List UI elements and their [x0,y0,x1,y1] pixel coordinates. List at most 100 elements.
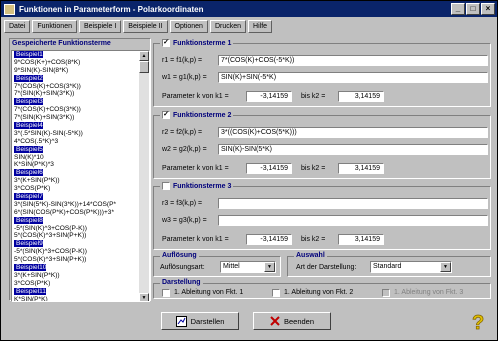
menu-beispiele-2[interactable]: Beispiele II [123,20,168,33]
list-item[interactable]: Beispiel6 [12,169,142,177]
k1-input[interactable]: -3,14159 [246,234,292,245]
list-item-heading: Beispiel1 [14,51,43,58]
f2-checkbox[interactable]: ✓ [162,111,170,119]
k2-input[interactable]: 3,14159 [338,163,384,174]
list-item[interactable]: 3*(K+SIN(P*K)) [12,177,142,185]
list-item[interactable]: Beispiel9 [12,240,142,248]
auswahl-title: Auswahl [296,252,325,259]
list-item[interactable]: 7*(SIN(K)+SIN(3*K)) [12,114,142,122]
darstellen-button[interactable]: Darstellen [161,312,239,330]
list-item[interactable]: 7*(SIN(K)+SIN(3*K)) [12,90,142,98]
list-item-term: 7*(COS(K)+COS(3*K)) [14,106,81,114]
scroll-down-icon[interactable]: ▼ [139,293,149,301]
list-item[interactable]: Beispiel7 [12,193,142,201]
list-item[interactable]: 3*COS(P*K) [12,280,142,288]
maximize-button[interactable]: □ [466,3,480,15]
w3-label: w3 = g3(k,p) = [162,217,207,224]
w1-input[interactable]: SIN(K)+SIN(-5*K) [218,72,488,83]
list-item[interactable]: -5*(SIN(K)^3+COS(P-K)) [12,248,142,256]
list-item-term: 3*(K+SIN(P*K)) [14,271,60,279]
k1-input[interactable]: -3,14159 [246,163,292,174]
list-item[interactable]: Beispiel8 [12,216,142,225]
menu-beispiele-1[interactable]: Beispiele I [78,20,122,33]
menu-datei[interactable]: Datei [4,20,31,33]
menu-drucken[interactable]: Drucken [209,20,247,33]
aufloesung-value: Mittel [223,263,240,270]
w2-input[interactable]: SIN(K)-SIN(5*K) [218,144,488,155]
list-item[interactable]: K*SIN(P*K)*3 [12,161,142,169]
list-item[interactable]: 6*(SIN(COS(P*K)+COS(P*K)))+3* [12,209,142,217]
list-item-heading: Beispiel7 [14,193,43,201]
group-funktionsterme-1: ✓ Funktionsterme 1 r1 = f1(k,p) = 7*(COS(… [153,39,491,107]
f1-checkbox[interactable]: ✓ [162,39,170,47]
scroll-up-icon[interactable]: ▲ [139,51,149,61]
menu-bar: Datei Funktionen Beispiele I Beispiele I… [4,20,273,33]
list-item[interactable]: 5*(COS(K)^3+SIN(P+K)) [12,232,142,240]
close-button[interactable]: × [481,3,495,15]
k2-input[interactable]: 3,14159 [338,91,384,102]
list-item[interactable]: 9*COS(K+)+COS(8*K) [12,59,142,67]
list-item-heading: Beispiel11 [14,287,46,295]
list-item[interactable]: -5*(SIN(K)^3+COS(P-K)) [12,225,142,233]
aufloesung-select[interactable]: Mittel ▼ [220,261,276,273]
chevron-down-icon[interactable]: ▼ [264,262,275,272]
list-item-term: K*SIN(P*K)*3 [14,161,54,169]
saved-terms-list[interactable]: Beispiel1 9*COS(K+)+COS(8*K) 9*SIN(K)-SIN(… [11,50,150,302]
list-item[interactable]: 7*(COS(K)+COS(3*K)) [12,106,142,114]
r2-input[interactable]: 3*((COS(K)+COS(5*K))) [218,127,488,138]
list-item-term: 4*COS(.5*K)^3 [14,137,59,145]
title-bar: Funktionen in Parameterform - Polarkoord… [1,1,497,17]
r1-input[interactable]: 7*(COS(K)+COS(-5*K)) [218,55,488,66]
scroll-thumb[interactable] [139,61,149,73]
menu-optionen[interactable]: Optionen [169,20,208,33]
list-item[interactable]: 3*(SIN(5*K)-SIN(3*K))+14*COS(P* [12,201,142,209]
list-item[interactable]: 3*(K+SIN(P*K)) [12,272,142,280]
w3-input[interactable] [218,215,488,226]
list-item[interactable]: 7*(COS(K)+COS(3*K)) [12,83,142,91]
list-item-heading: Beispiel4 [14,122,43,130]
list-scrollbar[interactable]: ▲ ▼ [139,51,149,301]
window-title: Funktionen in Parameterform - Polarkoord… [19,4,204,14]
r1-label: r1 = f1(k,p) = [162,57,203,64]
beenden-button[interactable]: Beenden [253,312,331,330]
list-item[interactable]: 9*SIN(K)-SIN(8*K) [12,67,142,75]
functions-panel: ✓ Funktionsterme 1 r1 = f1(k,p) = 7*(COS(… [153,38,493,301]
list-item[interactable]: Beispiel1 [12,51,142,59]
minimize-button[interactable]: _ [451,3,465,15]
ableitung-2-label: 1. Ableitung von Fkt. 2 [284,289,354,296]
k2-input[interactable]: 3,14159 [338,234,384,245]
chart-icon [175,315,187,327]
list-item[interactable]: Beispiel11 [12,287,142,296]
list-item[interactable]: 5*(COS(K)^3+SIN(P+K)) [12,256,142,264]
r3-label: r3 = f3(k,p) = [162,200,203,207]
list-item-term: 7*(SIN(K)+SIN(3*K)) [14,90,75,98]
menu-hilfe[interactable]: Hilfe [248,20,273,33]
ableitung-3-checkbox[interactable] [382,289,390,297]
ableitung-2-checkbox[interactable] [272,289,280,297]
list-item-heading: Beispiel5 [14,145,43,153]
list-item[interactable]: K*SIN(P*K) [12,296,142,301]
k1-input[interactable]: -3,14159 [246,91,292,102]
list-item[interactable]: Beispiel3 [12,98,142,106]
list-item[interactable]: Beispiel5 [12,145,142,154]
list-item[interactable]: SIN(K)*10 [12,154,142,162]
list-item[interactable]: 3*(.5*SIN(K)-SIN(-5*K)) [12,130,142,138]
r3-input[interactable] [218,198,488,209]
list-item[interactable]: 3*COS(P*K) [12,185,142,193]
list-item[interactable]: Beispiel10 [12,264,142,272]
k1-label: Parameter k von k1 = [162,93,229,100]
group-darstellung: Darstellung 1. Ableitung von Fkt. 1 1. A… [153,279,491,299]
auswahl-select[interactable]: Standard ▼ [370,261,452,273]
app-window: Funktionen in Parameterform - Polarkoord… [0,0,498,341]
beenden-label: Beenden [283,316,315,326]
list-item[interactable]: Beispiel4 [12,122,142,130]
list-item[interactable]: Beispiel2 [12,74,142,83]
f3-checkbox[interactable] [162,182,170,190]
menu-funktionen[interactable]: Funktionen [32,20,77,33]
chevron-down-icon[interactable]: ▼ [440,262,451,272]
ableitung-1-checkbox[interactable] [162,289,170,297]
f2-title: Funktionsterme 2 [173,111,232,119]
help-icon[interactable]: ? [469,311,491,335]
list-item[interactable]: 4*COS(.5*K)^3 [12,138,142,146]
group-auswahl: Auswahl Art der Darstellung: Standard ▼ [287,252,491,277]
